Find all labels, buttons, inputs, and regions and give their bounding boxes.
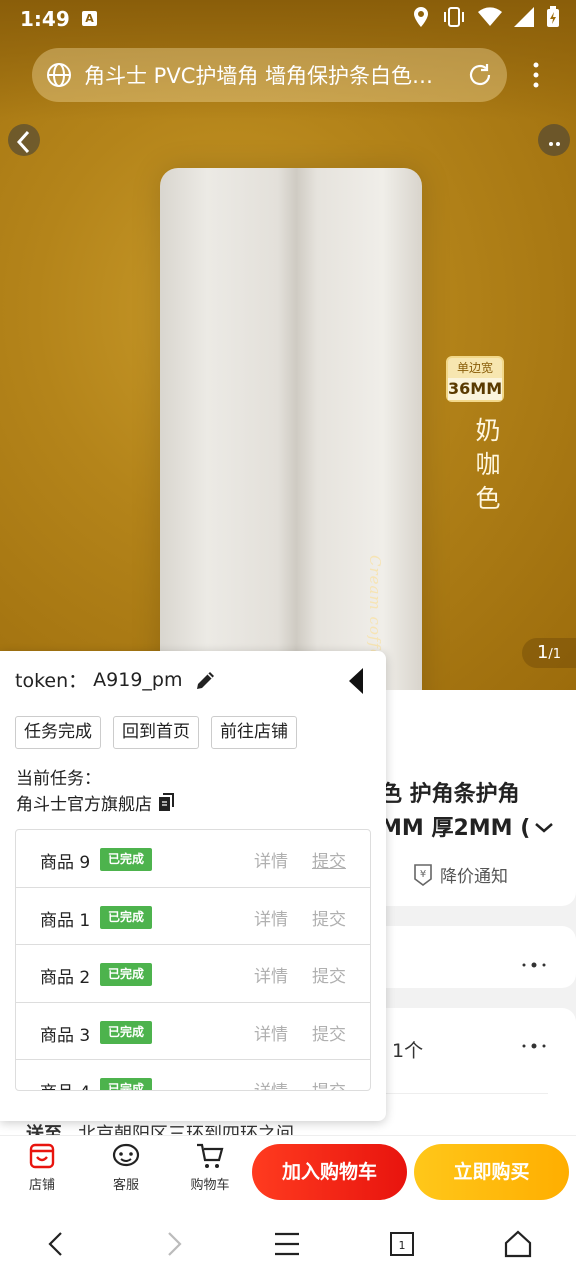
counter-current: 1 xyxy=(536,642,549,663)
color-name-cn: 奶咖色 xyxy=(475,416,501,513)
status-badge: 已完成 xyxy=(100,905,153,929)
notification-a-icon: A xyxy=(82,11,97,26)
edit-pencil-icon[interactable] xyxy=(194,668,218,692)
tab-store-label: 店铺 xyxy=(28,1178,55,1193)
status-badge: 已完成 xyxy=(100,848,153,871)
item-detail-link[interactable]: 详情 xyxy=(254,962,288,987)
item-detail-link[interactable]: 详情 xyxy=(254,1077,288,1090)
item-name: 商品 2 xyxy=(40,968,91,988)
item-detail-link[interactable]: 详情 xyxy=(254,847,288,872)
list-item: 商品 2 已完成 详情 提交 xyxy=(16,945,370,1003)
svg-text:¥: ¥ xyxy=(420,869,426,880)
item-name: 商品 1 xyxy=(40,910,91,931)
wifi-icon xyxy=(478,7,502,27)
product-image[interactable]: 单边宽 36MM 奶咖色 Cream coffee color 1/1 xyxy=(0,0,576,690)
item-submit-link[interactable]: 提交 xyxy=(312,1077,346,1090)
chevron-left-icon xyxy=(16,130,30,154)
more-button[interactable] xyxy=(538,124,570,156)
cart-icon xyxy=(197,1143,224,1168)
nav-back-icon[interactable] xyxy=(42,1229,72,1259)
vibrate-icon xyxy=(444,7,464,27)
spec-more-icon[interactable] xyxy=(520,960,550,970)
status-bar: 1:49 A xyxy=(0,0,576,38)
divider xyxy=(380,1093,548,1094)
list-item: 商品 1 已完成 详情 提交 xyxy=(16,888,370,945)
globe-icon xyxy=(47,63,71,87)
nav-tabs-icon[interactable]: 1 xyxy=(387,1229,417,1259)
address-bar[interactable]: 角斗士 PVC护墙角 墙角保护条白色… xyxy=(32,48,507,102)
product-title-line2: MM 厚2MM ( xyxy=(380,816,531,841)
nav-forward-icon[interactable] xyxy=(158,1229,188,1259)
item-name: 商品 9 xyxy=(40,853,91,873)
item-submit-link[interactable]: 提交 xyxy=(312,962,346,987)
item-submit-link[interactable]: 提交 xyxy=(312,905,346,930)
nav-menu-icon[interactable] xyxy=(272,1229,302,1259)
list-item: 商品 9 已完成 详情 提交 xyxy=(16,830,370,888)
tab-store[interactable]: 店铺 xyxy=(12,1142,72,1193)
item-detail-link[interactable]: 详情 xyxy=(254,1020,288,1045)
token-value: A919_pm xyxy=(93,668,183,691)
task-item-list[interactable]: 商品 9 已完成 详情 提交 商品 1 已完成 详情 提交 商品 2 已完成 详… xyxy=(15,829,371,1091)
item-name: 商品 4 xyxy=(40,1078,90,1090)
counter-total: /1 xyxy=(548,647,562,662)
current-task-shop: 角斗士官方旗舰店 xyxy=(16,790,176,815)
badge-top-text: 单边宽 xyxy=(456,361,493,375)
token-label: token： xyxy=(15,670,88,692)
collapse-panel-icon[interactable] xyxy=(348,667,364,695)
status-time: 1:49 xyxy=(20,7,70,31)
battery-icon xyxy=(547,6,559,27)
tab-cart-label: 购物车 xyxy=(190,1178,230,1193)
store-icon xyxy=(29,1143,55,1169)
browser-menu-icon[interactable] xyxy=(526,60,546,92)
status-badge: 已完成 xyxy=(100,1020,153,1044)
badge-value-text: 36MM xyxy=(448,378,503,400)
back-button[interactable] xyxy=(8,124,40,156)
tab-service-label: 客服 xyxy=(112,1178,139,1193)
signal-icon xyxy=(514,7,534,27)
price-notice-button[interactable]: ¥ 降价通知 xyxy=(412,862,508,887)
chat-face-icon xyxy=(112,1143,140,1167)
item-detail-link[interactable]: 详情 xyxy=(254,905,288,930)
go-to-store-button[interactable]: 前往店铺 xyxy=(211,716,297,749)
task-shop-name: 角斗士官方旗舰店 xyxy=(16,795,152,815)
options-more-icon[interactable] xyxy=(520,1041,550,1051)
status-badge: 已完成 xyxy=(100,1078,153,1090)
back-to-home-button[interactable]: 回到首页 xyxy=(113,716,199,749)
item-submit-link[interactable]: 提交 xyxy=(312,1020,346,1045)
width-badge: 单边宽 36MM xyxy=(446,356,504,402)
image-counter: 1/1 xyxy=(522,638,576,668)
tab-cart[interactable]: 购物车 xyxy=(180,1142,240,1193)
item-name: 商品 3 xyxy=(40,1025,91,1046)
price-tag-icon: ¥ xyxy=(414,863,432,886)
product-action-bar: 店铺 客服 购物车 加入购物车 立即购买 xyxy=(0,1135,576,1207)
price-notice-label: 降价通知 xyxy=(440,867,508,887)
chevron-down-icon[interactable] xyxy=(534,821,554,835)
copy-icon[interactable] xyxy=(158,792,176,813)
page-title: 角斗士 PVC护墙角 墙角保护条白色… xyxy=(84,64,434,88)
add-to-cart-button[interactable]: 加入购物车 xyxy=(252,1144,407,1200)
panel-button-row: 任务完成 回到首页 前往店铺 xyxy=(15,716,297,749)
location-icon xyxy=(414,7,428,27)
tab-customer-service[interactable]: 客服 xyxy=(96,1142,156,1193)
browser-nav-bar: 1 xyxy=(0,1207,576,1280)
task-complete-button[interactable]: 任务完成 xyxy=(15,716,101,749)
current-task-label: 当前任务： xyxy=(16,769,101,789)
reload-icon[interactable] xyxy=(467,62,493,88)
buy-now-button[interactable]: 立即购买 xyxy=(414,1144,569,1200)
item-submit-link[interactable]: 提交 xyxy=(312,847,346,872)
quantity-value: 1个 xyxy=(392,1040,424,1062)
list-item: 商品 3 已完成 详情 提交 xyxy=(16,1003,370,1060)
nav-home-icon[interactable] xyxy=(503,1229,533,1259)
more-dots-icon xyxy=(549,142,560,146)
list-item: 商品 4 已完成 详情 提交 xyxy=(16,1060,370,1090)
token-row: token： A919_pm xyxy=(15,666,218,693)
product-title: 色 护角条护角 MM 厚2MM ( xyxy=(380,778,554,846)
product-title-line1: 色 护角条护角 xyxy=(380,782,520,807)
svg-text:1: 1 xyxy=(399,1239,406,1252)
status-badge: 已完成 xyxy=(100,963,153,986)
